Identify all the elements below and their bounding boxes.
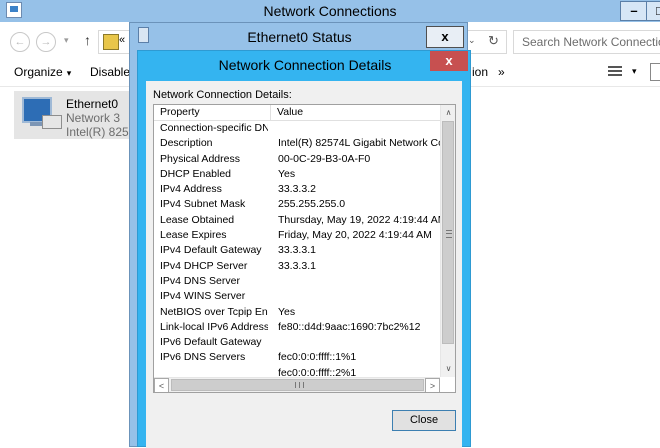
row-property: IPv4 Address [160,183,222,196]
adapter-name: Ethernet0 [66,97,119,111]
preview-pane-icon[interactable] [650,63,660,81]
row-value: 00-0C-29-B3-0A-F0 [278,152,371,165]
listview-header: Property Value [154,105,440,121]
row-value: 255.255.255.0 [278,198,346,211]
double-chevron-icon: » [498,65,505,79]
explorer-titlebar: Network Connections – □ [0,0,660,22]
details-listview[interactable]: Property Value Connection-specific DN...… [153,104,456,393]
scroll-left-arrow-icon[interactable]: < [154,378,169,392]
scroll-right-arrow-icon[interactable]: > [425,378,440,392]
row-property: IPv4 DHCP Server [160,259,248,272]
table-row[interactable]: IPv4 Default Gateway 33.3.3.1 [154,243,440,258]
organize-label: Organize [14,65,63,79]
row-value: 33.3.3.1 [278,259,316,272]
scroll-down-arrow-icon[interactable]: ∨ [441,361,455,376]
status-window-title: Ethernet0 Status [247,29,352,45]
table-row[interactable]: IPv4 Address 33.3.3.2 [154,182,440,197]
table-row[interactable]: IPv4 Subnet Mask 255.255.255.0 [154,197,440,212]
change-view-icon[interactable] [608,64,622,76]
table-row[interactable]: DHCP Enabled Yes [154,167,440,182]
vertical-scroll-thumb[interactable] [442,121,454,344]
row-value: Friday, May 20, 2022 4:19:44 AM [278,229,432,242]
row-property: Lease Obtained [160,213,235,226]
row-property: IPv4 Subnet Mask [160,198,246,211]
toolbar-overflow-label: ion [472,65,489,79]
search-placeholder: Search Network Connections [522,35,660,49]
row-property: IPv4 Default Gateway [160,244,262,257]
network-connection-details-dialog: Network Connection Details x Network Con… [137,50,471,448]
table-row[interactable]: IPv6 Default Gateway [154,335,440,350]
forward-arrow-icon[interactable]: → [36,32,56,52]
adapter-item-ethernet0[interactable]: Ethernet0 Network 3 Intel(R) 82574L [14,91,149,139]
table-row[interactable]: IPv4 WINS Server [154,289,440,304]
row-property: NetBIOS over Tcpip En... [160,305,268,318]
row-property: IPv6 DNS Servers [160,351,246,364]
column-header-property[interactable]: Property [154,105,271,120]
table-row[interactable]: Lease Expires Friday, May 20, 2022 4:19:4… [154,228,440,243]
details-list-label: Network Connection Details: [153,89,292,101]
row-property: IPv6 Default Gateway [160,336,262,349]
row-value: Yes [278,167,296,180]
toolbar-overflow-button[interactable]: ion » [472,65,505,79]
row-property: Link-local IPv6 Address [160,320,268,333]
table-row[interactable]: Link-local IPv6 Address fe80::d4d:9aac:16… [154,320,440,335]
adapter-network: Network 3 [66,111,121,125]
disable-device-button[interactable]: Disable [90,65,130,79]
details-close-x-button[interactable]: x [430,51,468,71]
row-property: IPv4 DNS Server [160,274,240,287]
row-value: fe80::d4d:9aac:1690:7bc2%12 [278,320,421,333]
organize-button[interactable]: Organize ▾ [14,65,71,79]
row-property: Connection-specific DN... [160,122,268,134]
recent-locations-dropdown-icon[interactable]: ▾ [64,35,69,46]
column-header-value[interactable]: Value [271,105,440,120]
row-value: Thursday, May 19, 2022 4:19:44 AM [278,213,440,226]
row-value: 33.3.3.1 [278,244,316,257]
table-row[interactable]: Connection-specific DN... [154,121,440,136]
search-input[interactable]: Search Network Connections [513,30,660,54]
row-property: Physical Address [160,152,240,165]
table-row[interactable]: IPv4 DNS Server [154,274,440,289]
details-dialog-title: Network Connection Details [218,57,392,73]
minimize-button[interactable]: – [620,1,648,21]
view-dropdown-icon[interactable]: ▾ [632,66,637,77]
chevron-down-icon: ▾ [66,68,72,78]
up-arrow-icon[interactable]: ↑ [84,32,91,48]
control-panel-icon [103,34,119,50]
listview-rows: Connection-specific DN... Description Inte… [154,121,440,378]
breadcrumb-overflow-icon[interactable]: « [119,34,125,46]
details-dialog-body: Network Connection Details: Property Val… [146,81,462,448]
close-button[interactable]: Close [392,410,456,431]
maximize-button[interactable]: □ [646,1,660,21]
table-row[interactable]: Physical Address 00-0C-29-B3-0A-F0 [154,152,440,167]
row-property: DHCP Enabled [160,167,232,180]
table-row[interactable]: Lease Obtained Thursday, May 19, 2022 4:1… [154,213,440,228]
horizontal-scroll-thumb[interactable] [171,379,424,391]
refresh-icon[interactable]: ↻ [488,33,499,49]
row-property: Lease Expires [160,229,227,242]
table-row[interactable]: IPv6 DNS Servers fec0:0:0:ffff::1%1 [154,350,440,365]
back-arrow-icon[interactable]: ← [10,32,30,52]
vertical-scrollbar[interactable]: ∧ ∨ [440,105,455,377]
row-property: IPv4 WINS Server [160,290,246,303]
row-value: Yes [278,305,296,318]
status-close-button[interactable]: x [426,26,464,48]
row-property: Description [160,137,213,150]
row-value: Intel(R) 82574L Gigabit Network Conn [278,137,440,150]
table-row[interactable]: IPv4 DHCP Server 33.3.3.1 [154,259,440,274]
table-row[interactable]: Description Intel(R) 82574L Gigabit Netwo… [154,136,440,151]
row-value: 33.3.3.2 [278,183,316,196]
horizontal-scrollbar[interactable]: < > [154,377,440,392]
table-row[interactable]: NetBIOS over Tcpip En... Yes [154,305,440,320]
address-dropdown-icon[interactable]: ⌄ [468,35,476,46]
address-box[interactable]: « [98,30,130,54]
scroll-up-arrow-icon[interactable]: ∧ [441,105,455,120]
network-adapter-icon [20,95,62,131]
explorer-title: Network Connections [263,3,397,19]
row-value: fec0:0:0:ffff::1%1 [278,351,357,364]
